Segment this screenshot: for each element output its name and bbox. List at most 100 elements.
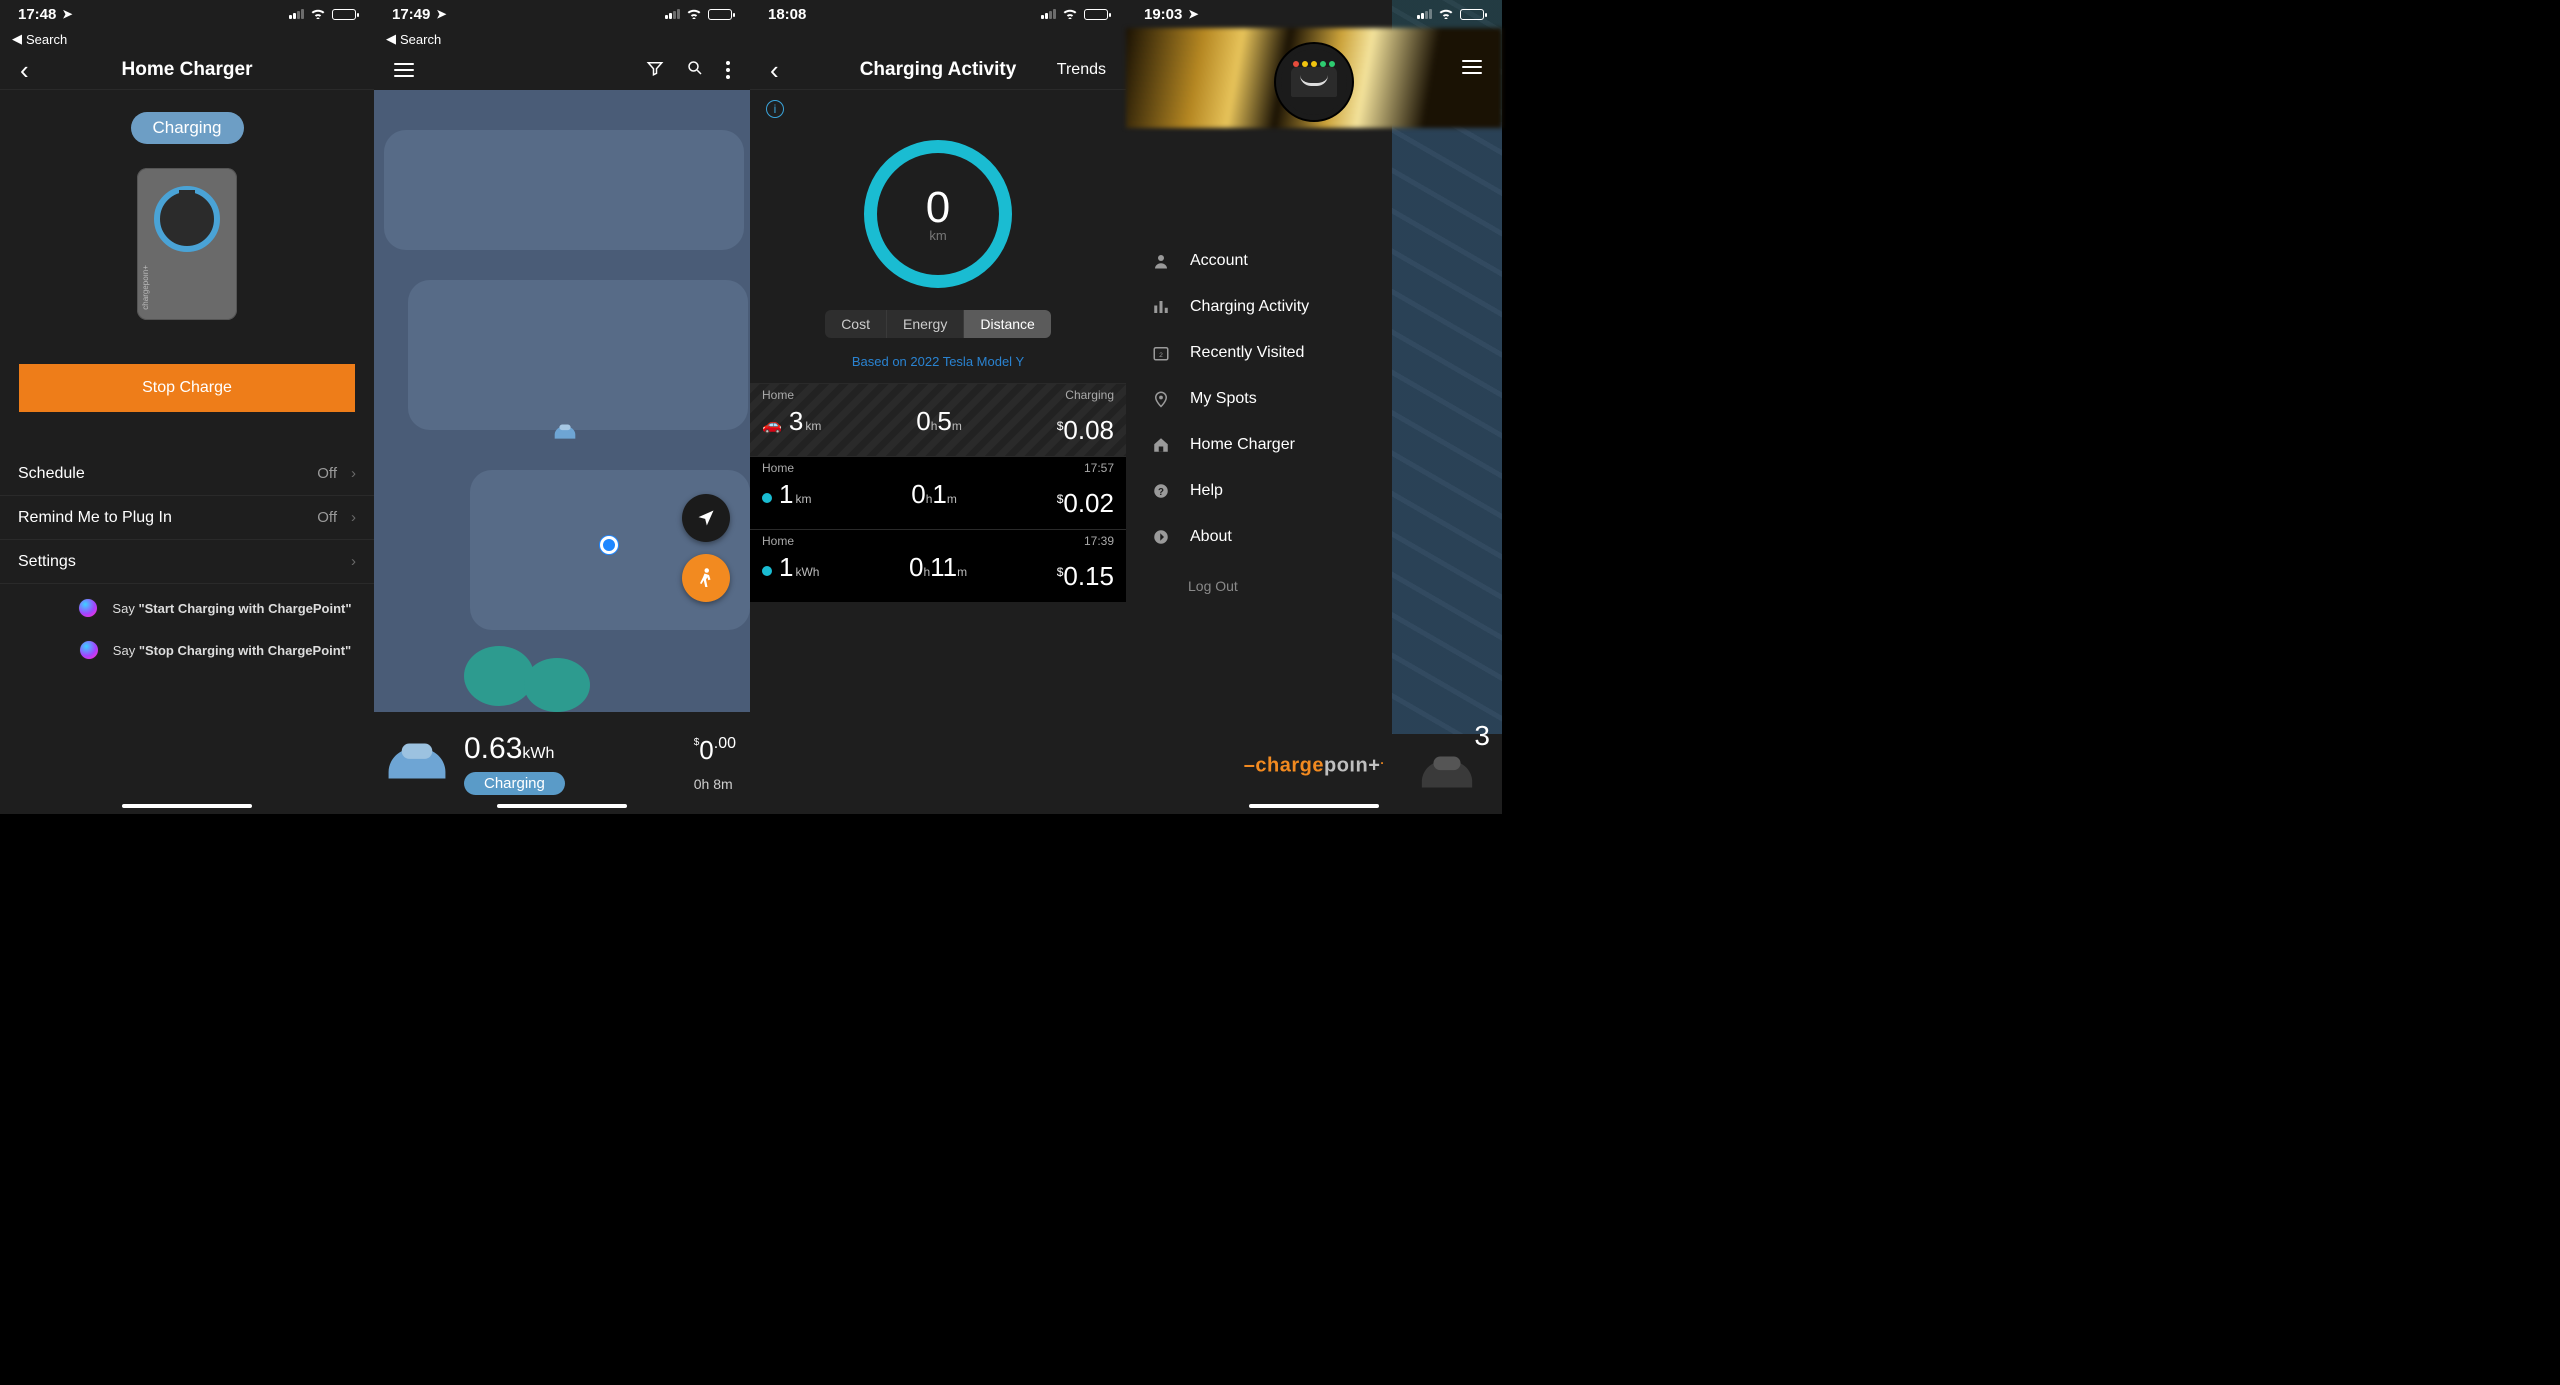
walk-mode-button[interactable]	[682, 554, 730, 602]
location-icon: ➤	[436, 7, 446, 21]
about-icon	[1150, 528, 1172, 546]
menu-logout[interactable]: Log Out	[1126, 560, 1502, 594]
settings-list: Schedule Off› Remind Me to Plug In Off› …	[0, 452, 374, 584]
back-button[interactable]: ‹	[20, 57, 29, 83]
recenter-button[interactable]	[682, 494, 730, 542]
info-icon[interactable]: i	[766, 100, 784, 118]
calendar-icon: 2	[1150, 344, 1172, 362]
signal-icon	[289, 9, 304, 19]
kwh-unit: kWh	[522, 745, 554, 763]
home-indicator[interactable]	[497, 804, 627, 808]
distance-gauge: 0 km	[864, 140, 1012, 288]
pin-icon	[1150, 390, 1172, 408]
back-button[interactable]: ‹	[770, 57, 779, 83]
kwh-value: 0.63	[464, 732, 522, 766]
charger-image: chargepoın+	[137, 168, 237, 320]
current-location-dot	[600, 536, 618, 554]
location-icon: ➤	[62, 7, 72, 21]
activity-row-active[interactable]: HomeCharging 🚗3 km 0 h 5 m $0.08	[750, 383, 1126, 456]
menu-label: Recently Visited	[1190, 344, 1304, 362]
search-icon[interactable]	[686, 59, 704, 82]
clock: 18:08	[768, 6, 806, 23]
clock: 17:48	[18, 6, 56, 23]
based-on-link[interactable]: Based on 2022 Tesla Model Y	[750, 346, 1126, 383]
house-icon	[1150, 436, 1172, 454]
menu-label: My Spots	[1190, 390, 1257, 408]
chevron-right-icon: ›	[351, 553, 356, 570]
bars-icon	[1150, 298, 1172, 316]
menu-label: About	[1190, 528, 1232, 546]
clock: 17:49	[392, 6, 430, 23]
segment-cost[interactable]: Cost	[825, 310, 887, 338]
map-view[interactable]	[374, 90, 750, 712]
menu-about[interactable]: About	[1126, 514, 1502, 560]
side-number: 3	[1474, 720, 1490, 752]
wifi-icon	[1438, 7, 1454, 22]
row-value: Off	[317, 509, 337, 526]
activity-status: Charging	[1065, 388, 1114, 402]
menu-home-charger[interactable]: Home Charger	[1126, 422, 1502, 468]
status-bar: 17:48 ➤	[0, 0, 374, 28]
menu-button[interactable]	[1462, 60, 1482, 74]
profile-avatar[interactable]	[1276, 44, 1352, 120]
activity-location: Home	[762, 461, 794, 475]
tree-icon	[524, 658, 590, 712]
segment-distance[interactable]: Distance	[964, 310, 1050, 338]
menu-help[interactable]: ? Help	[1126, 468, 1502, 514]
status-bar: 17:49 ➤	[374, 0, 750, 28]
chevron-left-icon: ◀	[386, 31, 396, 47]
footer-status-pill: Charging	[464, 772, 565, 795]
status-dot-icon	[762, 566, 772, 576]
stop-charge-button[interactable]: Stop Charge	[19, 364, 355, 412]
more-button[interactable]	[726, 61, 730, 79]
svg-text:2: 2	[1159, 352, 1163, 359]
row-schedule[interactable]: Schedule Off›	[0, 452, 374, 496]
filter-icon[interactable]	[646, 59, 664, 82]
menu-recently-visited[interactable]: 2 Recently Visited	[1126, 330, 1502, 376]
home-indicator[interactable]	[1249, 804, 1379, 808]
activity-row[interactable]: Home17:39 1 kWh 0 h 11 m $0.15	[750, 529, 1126, 602]
screen-menu: 19:03 ➤ Account Charging Activity 2 Rece…	[1126, 0, 1502, 814]
car-icon: 🚗	[762, 415, 782, 435]
menu-account[interactable]: Account	[1126, 238, 1502, 284]
menu-my-spots[interactable]: My Spots	[1126, 376, 1502, 422]
row-label: Remind Me to Plug In	[18, 509, 172, 527]
chevron-right-icon: ›	[351, 465, 356, 482]
screen-home-charger: 17:48 ➤ ◀ Search ‹ Home Charger Charging…	[0, 0, 374, 814]
activity-row[interactable]: Home17:57 1 km 0 h 1 m $0.02	[750, 456, 1126, 529]
trends-link[interactable]: Trends	[1057, 61, 1106, 79]
segment-energy[interactable]: Energy	[887, 310, 964, 338]
menu-charging-activity[interactable]: Charging Activity	[1126, 284, 1502, 330]
menu-button[interactable]	[394, 63, 414, 77]
battery-icon	[1460, 9, 1484, 20]
car-icon	[550, 420, 580, 444]
screen-map: 17:49 ➤ ◀ Search	[374, 0, 750, 814]
status-bar: 18:08	[750, 0, 1126, 28]
activity-location: Home	[762, 388, 794, 402]
signal-icon	[1041, 9, 1056, 19]
gauge-value: 0	[926, 186, 950, 230]
breadcrumb-back[interactable]: ◀ Search	[0, 28, 374, 50]
battery-icon	[708, 9, 732, 20]
row-settings[interactable]: Settings ›	[0, 540, 374, 584]
car-icon	[1416, 750, 1478, 799]
chargepoint-logo: –chargepoın+.	[1244, 753, 1384, 778]
menu-label: Help	[1190, 482, 1223, 500]
screen-charging-activity: 18:08 ‹ Charging Activity Trends i 0 km …	[750, 0, 1126, 814]
siri-hint-stop: Say "Stop Charging with ChargePoint"	[23, 626, 351, 668]
footer-cost: $0.00	[694, 735, 736, 766]
home-indicator[interactable]	[122, 804, 252, 808]
row-remind-plugin[interactable]: Remind Me to Plug In Off›	[0, 496, 374, 540]
svg-text:?: ?	[1158, 487, 1164, 498]
activity-location: Home	[762, 534, 794, 548]
charging-footer[interactable]: 0.63kWh Charging $0.00 0h 8m	[374, 712, 750, 814]
status-dot-icon	[762, 493, 772, 503]
row-label: Schedule	[18, 465, 85, 483]
wifi-icon	[310, 7, 326, 22]
signal-icon	[665, 9, 680, 19]
activity-time: 17:57	[1084, 461, 1114, 475]
breadcrumb-back[interactable]: ◀ Search	[374, 28, 750, 50]
breadcrumb-label: Search	[26, 32, 67, 47]
user-icon	[1150, 252, 1172, 270]
drawer-menu: Account Charging Activity 2 Recently Vis…	[1126, 128, 1502, 594]
